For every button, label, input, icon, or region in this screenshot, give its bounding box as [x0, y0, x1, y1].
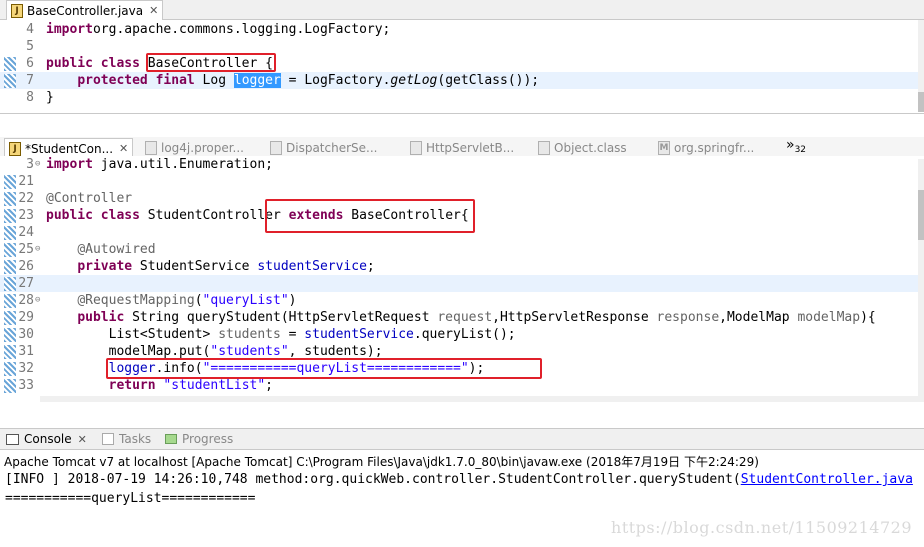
- highlight-box-basecontroller: [146, 53, 276, 72]
- properties-file-icon: [145, 141, 157, 155]
- code-line[interactable]: 26 private StudentService studentService…: [0, 258, 918, 275]
- top-scroll-thumb[interactable]: [918, 92, 924, 112]
- console-output-line: ===========queryList============: [5, 491, 256, 506]
- change-marker-icon: [4, 74, 16, 88]
- fold-toggle-icon[interactable]: ⊖: [35, 156, 40, 173]
- code-text: return "studentList";: [108, 378, 273, 393]
- pane-separator: [0, 113, 924, 136]
- tab-label: Tasks: [119, 432, 152, 446]
- change-marker-icon: [4, 192, 16, 206]
- code-text: @Autowired: [77, 242, 156, 257]
- code-text: @Controller: [46, 191, 133, 206]
- class-file-icon: [538, 141, 550, 155]
- console-launch-info: Apache Tomcat v7 at localhost [Apache To…: [4, 455, 759, 469]
- tab-tasks[interactable]: Tasks: [102, 432, 151, 446]
- close-icon[interactable]: ✕: [119, 142, 128, 155]
- code-line[interactable]: 28 ⊖ @RequestMapping("queryList"): [0, 292, 918, 309]
- class-file-icon: [410, 141, 422, 155]
- fold-toggle-icon[interactable]: ⊖: [35, 241, 40, 258]
- code-line[interactable]: 27: [0, 275, 918, 292]
- top-editor-tabbar: J BaseController.java ✕: [0, 0, 924, 20]
- close-icon[interactable]: ✕: [78, 433, 87, 446]
- progress-icon: [165, 434, 177, 444]
- line-number: 4: [26, 22, 34, 37]
- tab-label: *StudentCon...: [25, 141, 114, 156]
- close-icon[interactable]: ✕: [149, 4, 158, 17]
- change-marker-icon: [4, 226, 16, 240]
- line-number: 3: [26, 157, 34, 172]
- tab-label: Progress: [182, 432, 234, 446]
- code-line[interactable]: 5: [0, 38, 918, 55]
- tab-label: HttpServletB...: [426, 141, 515, 155]
- bottom-horizontal-scrollbar[interactable]: [40, 396, 924, 402]
- console-tabbar: Console ✕ Tasks Progress: [0, 428, 924, 450]
- java-file-icon: J: [11, 3, 23, 18]
- change-marker-icon: [4, 294, 16, 308]
- overflow-count: 32: [794, 145, 807, 155]
- tab-label: log4j.proper...: [161, 141, 244, 155]
- tab-basecontroller[interactable]: J BaseController.java ✕: [6, 0, 164, 20]
- change-marker-icon: [4, 209, 16, 223]
- highlight-box-extends: [265, 199, 475, 233]
- change-marker-icon: [4, 328, 16, 342]
- tab-label: BaseController.java: [27, 3, 144, 18]
- overflow-chevron-icon: »: [786, 137, 795, 153]
- code-line[interactable]: 3 ⊖ import java.util.Enumeration;: [0, 156, 918, 173]
- code-line[interactable]: 8}: [0, 89, 918, 106]
- console-monitor-icon: [6, 433, 19, 445]
- code-line[interactable]: 21: [0, 173, 918, 190]
- change-marker-icon: [4, 379, 16, 393]
- change-marker-icon: [4, 277, 16, 291]
- code-line[interactable]: 30 List<Student> students = studentServi…: [0, 326, 918, 343]
- class-file-icon: M: [658, 141, 670, 155]
- tab-log4j[interactable]: log4j.proper...: [145, 138, 244, 158]
- tab-overflow-button[interactable]: » 32: [786, 135, 806, 155]
- code-text: List<Student> students = studentService.…: [46, 327, 516, 342]
- tab-label: DispatcherSe...: [286, 141, 378, 155]
- tab-object-class[interactable]: Object.class: [538, 138, 627, 158]
- tab-studentcontroller[interactable]: J *StudentCon... ✕: [4, 138, 134, 158]
- log-prefix: [INFO ] 2018-07-19 14:26:10,748 method:o…: [5, 472, 741, 487]
- code-line[interactable]: 33 return "studentList";: [0, 377, 918, 394]
- console-log-line: [INFO ] 2018-07-19 14:26:10,748 method:o…: [5, 472, 913, 487]
- change-marker-icon: [4, 260, 16, 274]
- tab-progress[interactable]: Progress: [165, 432, 233, 446]
- code-line[interactable]: 7 protected final Log logger = LogFactor…: [0, 72, 918, 89]
- tab-dispatcherservlet[interactable]: DispatcherSe...: [270, 138, 377, 158]
- code-text: public String queryStudent(HttpServletRe…: [77, 310, 876, 325]
- line-number: 5: [26, 39, 34, 54]
- tab-label: Object.class: [554, 141, 627, 155]
- code-text: }: [46, 90, 54, 105]
- watermark: https://blog.csdn.net/11509214729: [611, 518, 912, 537]
- line-number: 8: [26, 90, 34, 105]
- code-line[interactable]: 29 public String queryStudent(HttpServle…: [0, 309, 918, 326]
- change-marker-icon: [4, 345, 16, 359]
- source-link[interactable]: StudentController.java: [741, 472, 913, 487]
- change-marker-icon: [4, 243, 16, 257]
- tab-label: Console: [24, 432, 72, 446]
- top-code-editor[interactable]: 4 importorg.apache.commons.logging.LogFac…: [0, 20, 924, 112]
- tab-httpservletbean[interactable]: HttpServletB...: [410, 138, 514, 158]
- change-marker-icon: [4, 362, 16, 376]
- code-line[interactable]: 25 ⊖ @Autowired: [0, 241, 918, 258]
- code-text: importorg.apache.commons.logging.LogFact…: [46, 22, 391, 37]
- code-text: @RequestMapping("queryList"): [77, 293, 297, 308]
- tab-label: org.springfr...: [674, 141, 755, 155]
- highlight-box-logger-info: [106, 358, 542, 379]
- code-text: protected final Log logger = LogFactory.…: [77, 73, 540, 88]
- tab-console[interactable]: Console ✕: [6, 432, 87, 446]
- code-line[interactable]: 4 importorg.apache.commons.logging.LogFac…: [0, 21, 918, 38]
- change-marker-icon: [4, 57, 16, 71]
- code-text: import java.util.Enumeration;: [46, 157, 273, 172]
- change-marker-icon: [4, 311, 16, 325]
- tasks-icon: [102, 433, 114, 445]
- tab-org-springframework[interactable]: M org.springfr...: [658, 138, 754, 158]
- change-marker-icon: [4, 175, 16, 189]
- class-file-icon: [270, 141, 282, 155]
- fold-toggle-icon[interactable]: ⊖: [35, 292, 40, 309]
- bottom-scroll-thumb[interactable]: [918, 190, 924, 240]
- code-line[interactable]: 6 public class BaseController {: [0, 55, 918, 72]
- java-file-icon: J: [9, 141, 21, 156]
- code-text: private StudentService studentService;: [77, 259, 375, 274]
